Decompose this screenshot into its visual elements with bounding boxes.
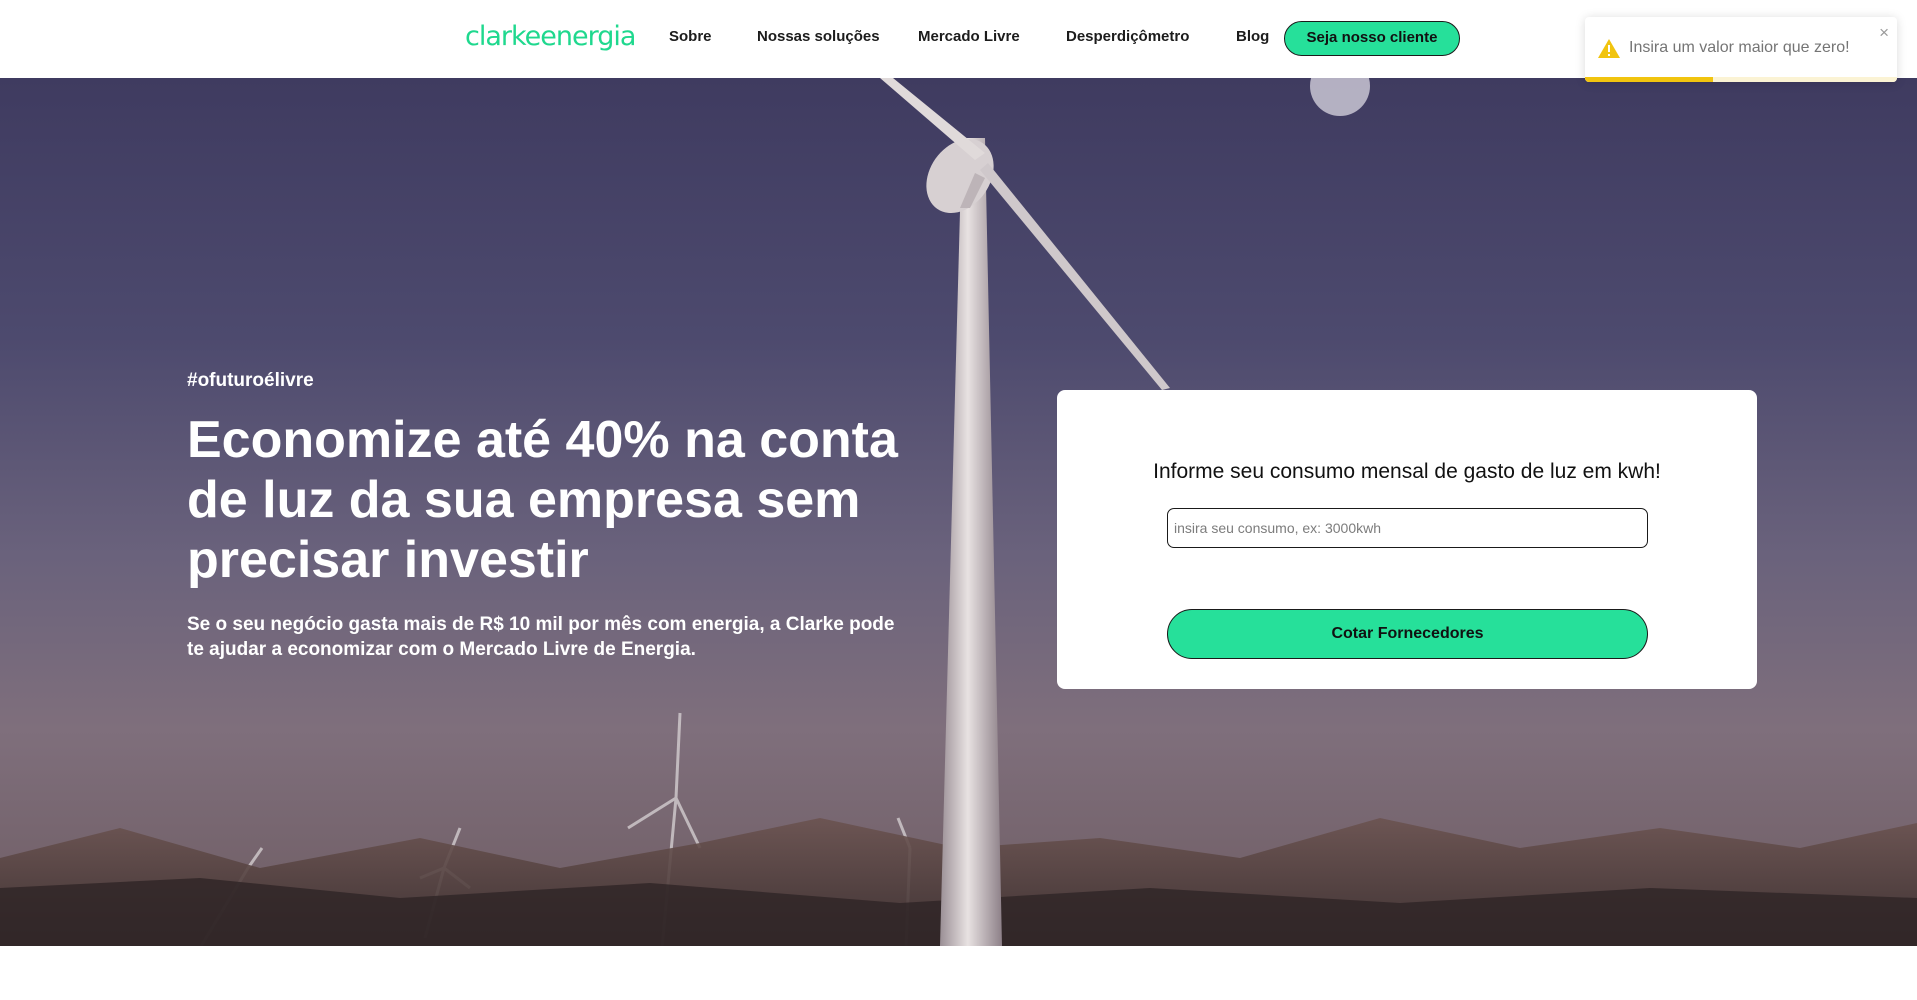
toast-progress-bar (1585, 77, 1713, 82)
logo-text-energia: energia (540, 21, 636, 52)
hero-section: #ofuturoélivre Economize até 40% na cont… (0, 78, 1917, 946)
consumo-input[interactable] (1167, 508, 1648, 548)
hero-hashtag: #ofuturoélivre (187, 370, 314, 391)
clarke-energia-logo[interactable]: clarkeenergia (465, 20, 636, 54)
hero-subheadline: Se o seu negócio gasta mais de R$ 10 mil… (187, 614, 895, 660)
warning-toast: Insira um valor maior que zero! × (1585, 17, 1897, 82)
cotar-fornecedores-button[interactable]: Cotar Fornecedores (1167, 609, 1648, 659)
nav-link-desperdicometro[interactable]: Desperdiçômetro (1066, 28, 1189, 45)
nav-link-nossas-solucoes[interactable]: Nossas soluções (757, 28, 880, 45)
toast-message: Insira um valor maior que zero! (1629, 39, 1850, 56)
moon (1310, 78, 1370, 116)
quote-form-card: Informe seu consumo mensal de gasto de l… (1057, 390, 1757, 689)
hero-headline: Economize até 40% na conta de luz da sua… (187, 411, 898, 589)
warning-icon (1598, 39, 1620, 58)
close-icon[interactable]: × (1879, 23, 1889, 43)
logo-text-clarke: clarke (465, 21, 541, 52)
form-title: Informe seu consumo mensal de gasto de l… (1153, 460, 1661, 483)
seja-nosso-cliente-button[interactable]: Seja nosso cliente (1284, 21, 1460, 56)
nav-link-blog[interactable]: Blog (1236, 28, 1269, 45)
turbine-tower (940, 138, 1002, 946)
toast-progress-track (1585, 77, 1897, 82)
nav-link-mercado-livre[interactable]: Mercado Livre (918, 28, 1020, 45)
nav-link-sobre[interactable]: Sobre (669, 28, 712, 45)
